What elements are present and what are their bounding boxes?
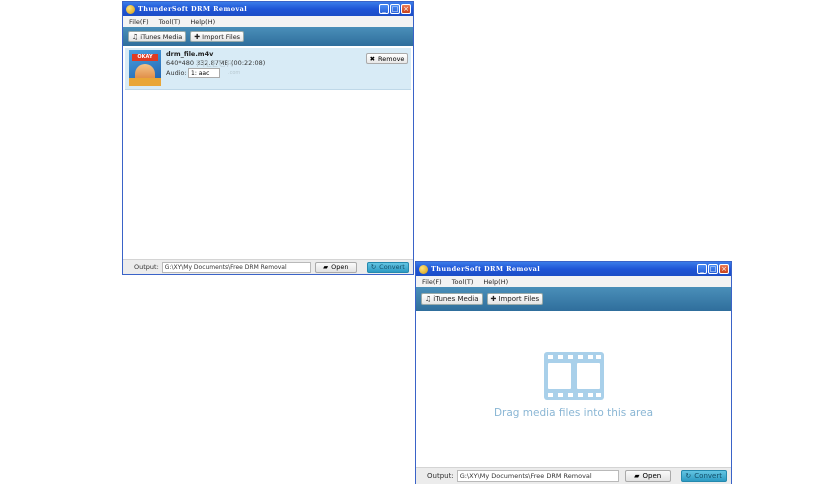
- window-title: ThunderSoft DRM Removal: [431, 265, 541, 273]
- window-controls: _ □ ×: [697, 264, 729, 274]
- window-controls: _ □ ×: [379, 4, 411, 14]
- plus-icon: ✚: [194, 32, 201, 41]
- window-title: ThunderSoft DRM Removal: [138, 5, 248, 13]
- app-window-with-file: ThunderSoft DRM Removal _ □ × File(F) To…: [122, 1, 414, 275]
- drop-hint: Drag media files into this area: [493, 407, 654, 419]
- menu-help[interactable]: Help(H): [483, 278, 508, 286]
- menu-help[interactable]: Help(H): [190, 18, 215, 26]
- file-list: OKAY drm_file.m4v 640*480 332.87MB (00:2…: [123, 46, 413, 272]
- plus-icon: ✚: [490, 295, 497, 303]
- audio-track-select[interactable]: 1: aac: [188, 68, 220, 78]
- import-files-button[interactable]: ✚ Import Files: [486, 293, 544, 305]
- music-note-icon: ♫: [425, 295, 432, 303]
- maximize-icon[interactable]: □: [708, 264, 718, 274]
- menu-file[interactable]: File(F): [129, 18, 149, 26]
- convert-button[interactable]: ↻ Convert: [680, 470, 727, 482]
- thumbnail-text: OKAY: [132, 54, 158, 61]
- film-strip-icon: [544, 352, 604, 400]
- app-window-empty: ThunderSoft DRM Removal _ □ × File(F) To…: [415, 261, 732, 484]
- convert-label: Convert: [694, 472, 722, 480]
- menu-bar: File(F) Tool(T) Help(H): [416, 276, 731, 287]
- app-icon: [126, 4, 135, 14]
- output-bar: Output: G:\XY\My Documents\Free DRM Remo…: [416, 467, 731, 484]
- folder-icon: ▰: [323, 263, 329, 271]
- close-icon[interactable]: ×: [719, 264, 729, 274]
- refresh-icon: ↻: [685, 472, 692, 480]
- convert-label: Convert: [379, 263, 405, 271]
- import-files-button[interactable]: ✚ Import Files: [190, 31, 245, 42]
- itunes-media-button[interactable]: ♫ iTunes Media: [421, 293, 483, 305]
- file-name: drm_file.m4v: [166, 50, 214, 58]
- menu-bar: File(F) Tool(T) Help(H): [123, 16, 413, 27]
- folder-icon: ▰: [634, 472, 640, 480]
- thumbnail-ground: [129, 78, 161, 86]
- app-icon: [419, 264, 428, 274]
- menu-file[interactable]: File(F): [422, 278, 442, 286]
- output-label: Output:: [134, 263, 159, 271]
- open-button[interactable]: ▰ Open: [314, 261, 357, 273]
- itunes-media-label: iTunes Media: [433, 295, 479, 303]
- import-files-label: Import Files: [498, 295, 540, 303]
- open-label: Open: [331, 263, 349, 271]
- drop-area[interactable]: Drag media files into this area: [416, 311, 731, 484]
- watermark-sub: .com: [228, 70, 241, 76]
- open-button[interactable]: ▰ Open: [624, 470, 671, 482]
- output-path-field[interactable]: G:\XY\My Documents\Free DRM Removal: [161, 261, 311, 273]
- minimize-icon[interactable]: _: [697, 264, 707, 274]
- title-bar[interactable]: ThunderSoft DRM Removal _ □ ×: [123, 2, 413, 16]
- minimize-icon[interactable]: _: [379, 4, 389, 14]
- toolbar: ♫ iTunes Media ✚ Import Files: [123, 27, 413, 46]
- output-label: Output:: [427, 472, 454, 480]
- x-icon: ✖: [369, 54, 376, 63]
- video-thumbnail: OKAY: [129, 50, 161, 86]
- open-label: Open: [642, 472, 662, 480]
- maximize-icon[interactable]: □: [390, 4, 400, 14]
- output-path-field[interactable]: G:\XY\My Documents\Free DRM Removal: [456, 470, 619, 482]
- close-icon[interactable]: ×: [401, 4, 411, 14]
- convert-button[interactable]: ↻ Convert: [366, 261, 409, 273]
- output-bar: Output: G:\XY\My Documents\Free DRM Remo…: [123, 259, 413, 274]
- menu-tool[interactable]: Tool(T): [452, 278, 474, 286]
- title-bar[interactable]: ThunderSoft DRM Removal _ □ ×: [416, 262, 731, 276]
- menu-tool[interactable]: Tool(T): [159, 18, 181, 26]
- remove-label: Remove: [378, 54, 405, 63]
- itunes-media-label: iTunes Media: [140, 32, 183, 41]
- audio-label: Audio:: [166, 69, 187, 77]
- toolbar: ♫ iTunes Media ✚ Import Files: [416, 287, 731, 311]
- import-files-label: Import Files: [202, 32, 241, 41]
- remove-button[interactable]: ✖ Remove: [366, 53, 408, 64]
- music-note-icon: ♫: [132, 32, 139, 41]
- file-row[interactable]: OKAY drm_file.m4v 640*480 332.87MB (00:2…: [125, 48, 411, 90]
- refresh-icon: ↻: [370, 263, 377, 271]
- itunes-media-button[interactable]: ♫ iTunes Media: [128, 31, 187, 42]
